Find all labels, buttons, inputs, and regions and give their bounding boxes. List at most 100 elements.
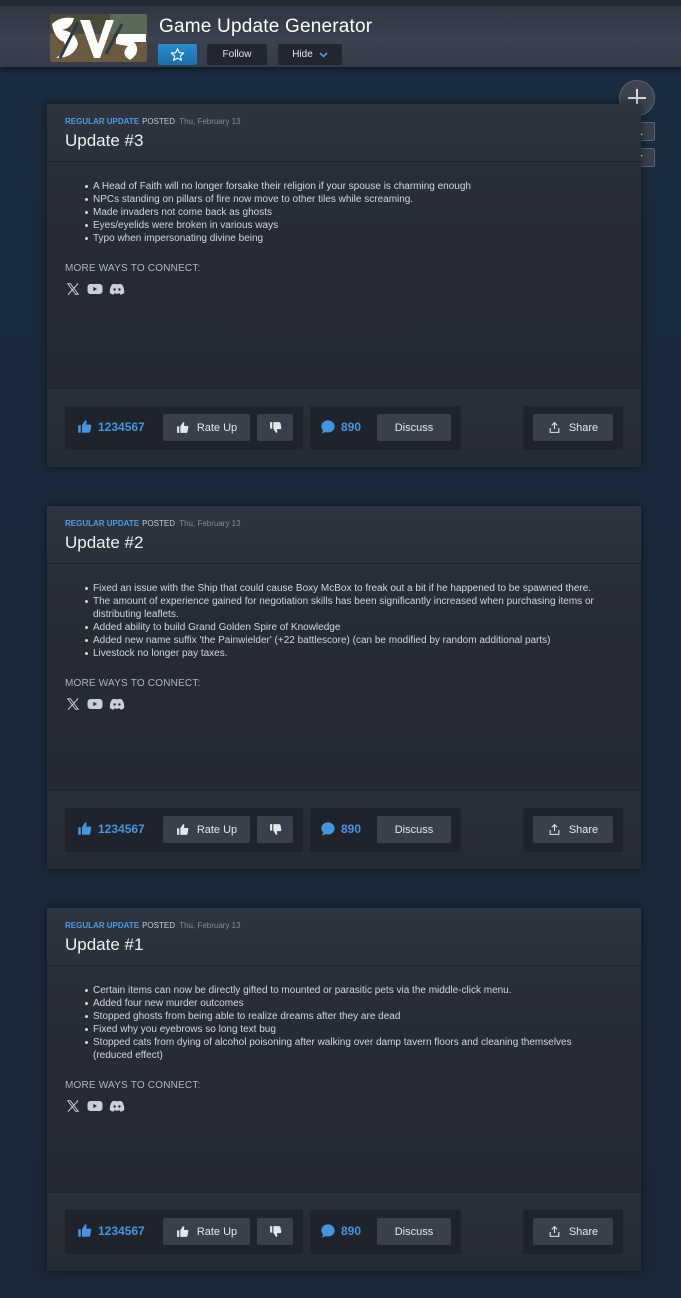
comment-count-value: 890 bbox=[341, 1224, 362, 1238]
patch-note-item: Typo when impersonating divine being bbox=[85, 232, 613, 245]
comment-count-value: 890 bbox=[341, 420, 362, 434]
thumbs-up-icon bbox=[78, 822, 92, 835]
rate-up-button[interactable]: Rate Up bbox=[163, 414, 250, 441]
update-post-card: REGULAR UPDATE POSTED Thu, February 13 Up… bbox=[47, 506, 641, 869]
share-group: Share bbox=[523, 406, 623, 450]
follow-button[interactable]: Follow bbox=[207, 44, 267, 65]
share-button[interactable]: Share bbox=[533, 414, 613, 441]
comment-group: 890 Discuss bbox=[310, 406, 461, 450]
rate-up-label: Rate Up bbox=[196, 1225, 238, 1238]
patch-note-item: Made invaders not come back as ghosts bbox=[85, 206, 613, 219]
thumbs-down-icon bbox=[269, 824, 281, 835]
patch-notes-list: Certain items can now be directly gifted… bbox=[85, 984, 613, 1062]
post-type-label[interactable]: REGULAR UPDATE bbox=[65, 921, 139, 930]
share-icon bbox=[549, 823, 560, 835]
post-header: REGULAR UPDATE POSTED Thu, February 13 Up… bbox=[47, 908, 641, 966]
comment-count: 890 bbox=[320, 419, 361, 435]
post-title[interactable]: Update #1 bbox=[65, 935, 143, 955]
app-title: Game Update Generator bbox=[159, 16, 373, 37]
rate-up-button[interactable]: Rate Up bbox=[163, 816, 250, 843]
update-post-card: REGULAR UPDATE POSTED Thu, February 13 Up… bbox=[47, 908, 641, 1271]
patch-note-item: Eyes/eyelids were broken in various ways bbox=[85, 219, 613, 232]
x-icon[interactable] bbox=[65, 282, 81, 296]
rate-up-label: Rate Up bbox=[196, 823, 238, 836]
post-date: Thu, February 13 bbox=[179, 519, 241, 528]
discord-icon[interactable] bbox=[109, 1099, 125, 1113]
social-links bbox=[65, 282, 125, 296]
patch-note-item: Added four new murder outcomes bbox=[85, 997, 613, 1010]
patch-note-item: Added new name suffix 'the Painwielder' … bbox=[85, 634, 613, 647]
vote-group: 1234567 Rate Up bbox=[65, 1210, 303, 1254]
patch-note-item: Added ability to build Grand Golden Spir… bbox=[85, 621, 613, 634]
comment-icon bbox=[321, 1224, 335, 1238]
thumbs-up-icon bbox=[176, 824, 189, 835]
discord-icon[interactable] bbox=[109, 697, 125, 711]
youtube-icon[interactable] bbox=[87, 282, 103, 296]
posted-label: POSTED bbox=[142, 921, 175, 930]
discuss-button[interactable]: Discuss bbox=[377, 1218, 451, 1245]
share-button[interactable]: Share bbox=[533, 816, 613, 843]
discord-icon[interactable] bbox=[109, 282, 125, 296]
thumbs-up-icon bbox=[176, 422, 189, 433]
posted-label: POSTED bbox=[142, 519, 175, 528]
patch-note-item: Fixed why you eyebrows so long text bug bbox=[85, 1023, 613, 1036]
youtube-icon[interactable] bbox=[87, 1099, 103, 1113]
hide-dropdown[interactable]: Hide bbox=[278, 44, 342, 65]
x-icon[interactable] bbox=[65, 1099, 81, 1113]
post-actions: 1234567 Rate Up 890 Discuss Share bbox=[47, 790, 641, 869]
post-meta: REGULAR UPDATE POSTED Thu, February 13 bbox=[65, 117, 241, 126]
post-actions: 1234567 Rate Up 890 Discuss Share bbox=[47, 388, 641, 467]
post-actions: 1234567 Rate Up 890 Discuss Share bbox=[47, 1192, 641, 1271]
patch-note-item: The amount of experience gained for nego… bbox=[85, 595, 613, 621]
rate-down-button[interactable] bbox=[257, 414, 293, 441]
comment-icon bbox=[321, 420, 335, 434]
vote-group: 1234567 Rate Up bbox=[65, 406, 303, 450]
share-icon bbox=[549, 421, 560, 433]
post-header: REGULAR UPDATE POSTED Thu, February 13 Up… bbox=[47, 506, 641, 564]
vote-count: 1234567 bbox=[77, 419, 145, 434]
post-type-label[interactable]: REGULAR UPDATE bbox=[65, 117, 139, 126]
social-links bbox=[65, 1099, 125, 1113]
rate-up-label: Rate Up bbox=[196, 421, 238, 434]
x-icon[interactable] bbox=[65, 697, 81, 711]
youtube-icon[interactable] bbox=[87, 697, 103, 711]
vote-count: 1234567 bbox=[77, 1223, 145, 1238]
comment-icon bbox=[321, 822, 335, 836]
comment-count: 890 bbox=[320, 821, 361, 837]
app-logo bbox=[50, 14, 147, 62]
share-button[interactable]: Share bbox=[533, 1218, 613, 1245]
vote-group: 1234567 Rate Up bbox=[65, 808, 303, 852]
thumbs-up-icon bbox=[78, 1224, 92, 1237]
social-links bbox=[65, 697, 125, 711]
rate-down-button[interactable] bbox=[257, 816, 293, 843]
post-header: REGULAR UPDATE POSTED Thu, February 13 Up… bbox=[47, 104, 641, 162]
patch-note-item: NPCs standing on pillars of fire now mov… bbox=[85, 193, 613, 206]
post-meta: REGULAR UPDATE POSTED Thu, February 13 bbox=[65, 519, 241, 528]
thumbs-up-icon bbox=[176, 1226, 189, 1237]
post-date: Thu, February 13 bbox=[179, 921, 241, 930]
app-header: Game Update Generator Follow Hide bbox=[0, 0, 681, 67]
discuss-button[interactable]: Discuss bbox=[377, 414, 451, 441]
post-type-label[interactable]: REGULAR UPDATE bbox=[65, 519, 139, 528]
favorite-button[interactable] bbox=[158, 44, 197, 65]
patch-note-item: Certain items can now be directly gifted… bbox=[85, 984, 613, 997]
share-icon bbox=[549, 1225, 560, 1237]
patch-notes-list: A Head of Faith will no longer forsake t… bbox=[85, 180, 613, 245]
share-group: Share bbox=[523, 1210, 623, 1254]
post-title[interactable]: Update #2 bbox=[65, 533, 143, 553]
rate-up-button[interactable]: Rate Up bbox=[163, 1218, 250, 1245]
posted-label: POSTED bbox=[142, 117, 175, 126]
patch-note-item: Livestock no longer pay taxes. bbox=[85, 647, 613, 660]
vote-count-value: 1234567 bbox=[98, 419, 145, 434]
rate-down-button[interactable] bbox=[257, 1218, 293, 1245]
patch-note-item: Fixed an issue with the Ship that could … bbox=[85, 582, 613, 595]
share-label: Share bbox=[568, 1225, 599, 1238]
discuss-button[interactable]: Discuss bbox=[377, 816, 451, 843]
chevron-down-icon bbox=[319, 51, 328, 58]
post-meta: REGULAR UPDATE POSTED Thu, February 13 bbox=[65, 921, 241, 930]
vote-count: 1234567 bbox=[77, 821, 145, 836]
connect-label: MORE WAYS TO CONNECT: bbox=[65, 1080, 201, 1091]
comment-count: 890 bbox=[320, 1223, 361, 1239]
post-title[interactable]: Update #3 bbox=[65, 131, 143, 151]
hide-label: Hide bbox=[292, 49, 313, 60]
